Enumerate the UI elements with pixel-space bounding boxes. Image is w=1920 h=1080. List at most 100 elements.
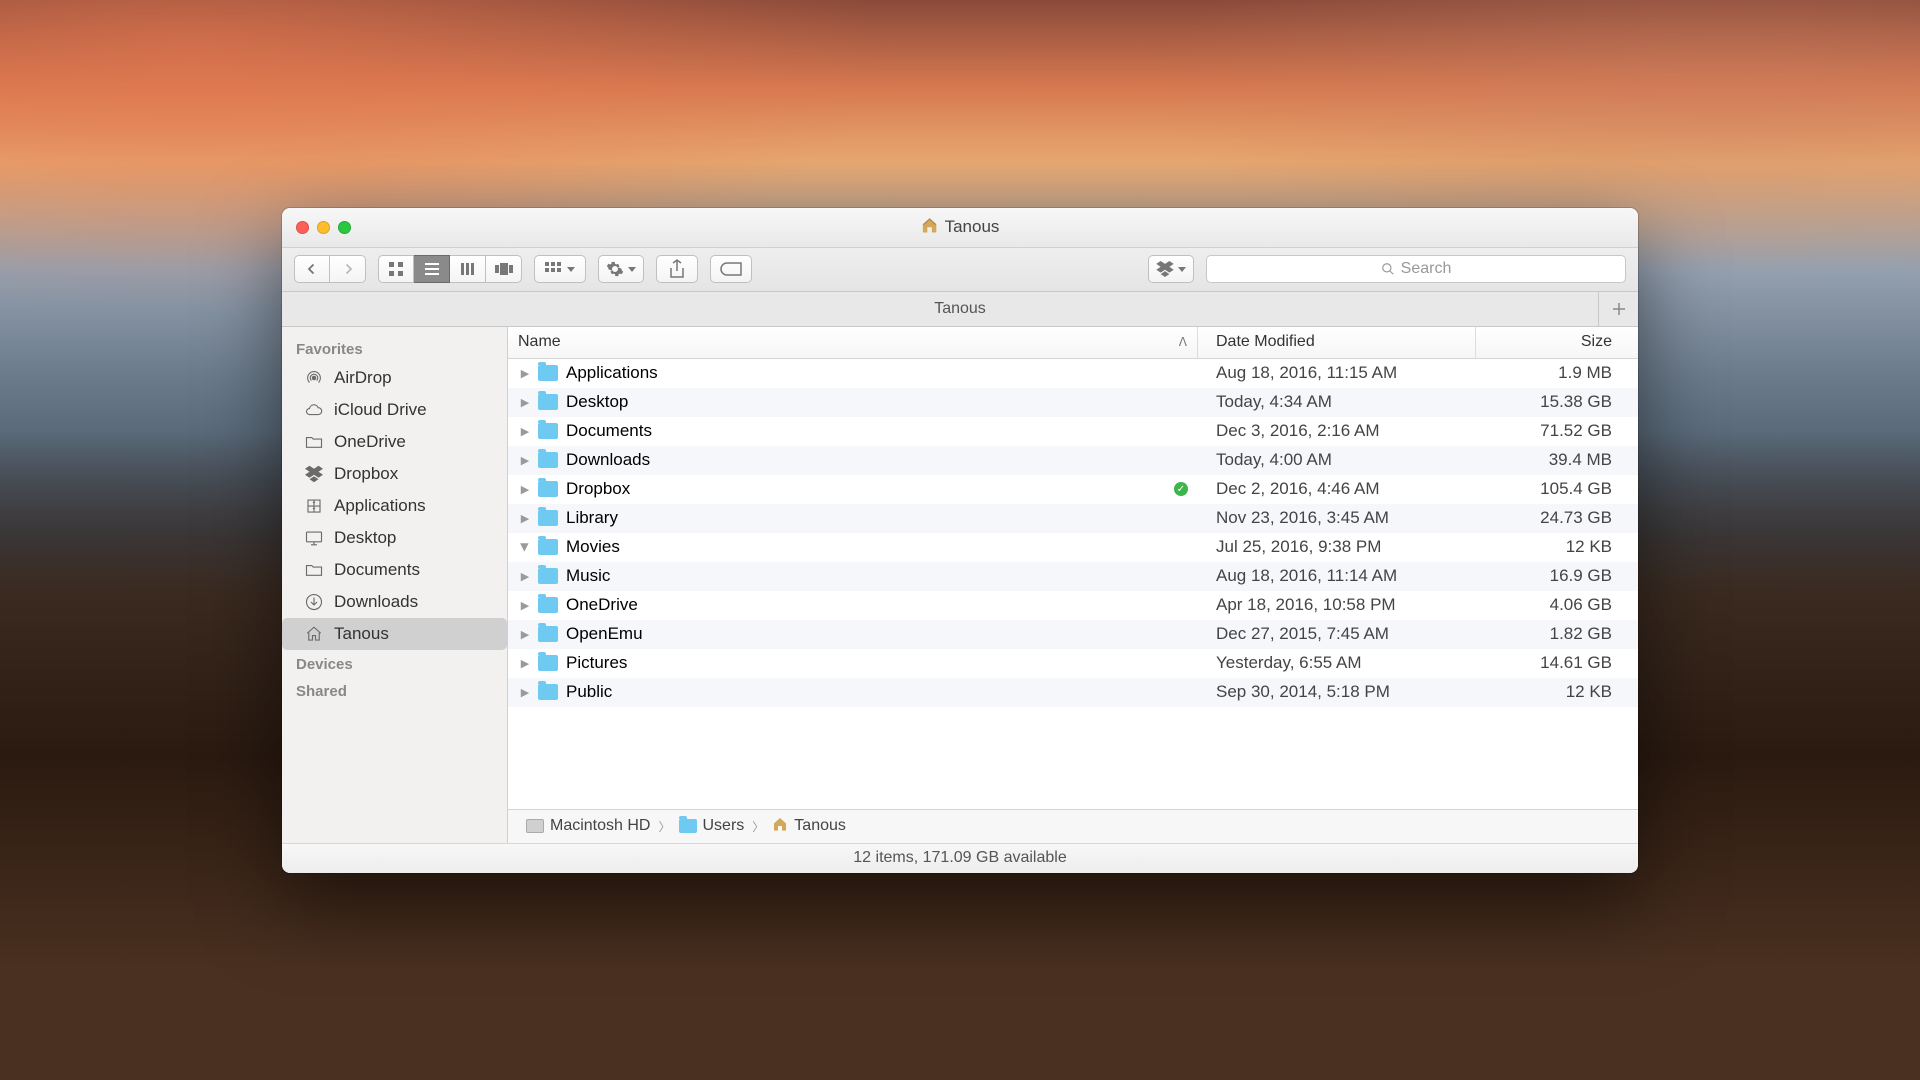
disclosure-triangle-icon[interactable]: ▶: [520, 367, 530, 380]
folder-icon: [679, 819, 697, 833]
file-row[interactable]: ▶Dropbox✓Dec 2, 2016, 4:46 AM105.4 GB: [508, 475, 1638, 504]
folder-icon: [304, 560, 324, 580]
new-tab-button[interactable]: [1598, 292, 1638, 326]
sidebar-item-onedrive[interactable]: OneDrive: [282, 426, 507, 458]
column-name[interactable]: Nameᐱ: [508, 327, 1198, 358]
forward-button[interactable]: [330, 255, 366, 283]
column-date[interactable]: Date Modified: [1198, 327, 1476, 358]
disclosure-triangle-icon[interactable]: ▶: [520, 483, 530, 496]
file-row[interactable]: ▶ApplicationsAug 18, 2016, 11:15 AM1.9 M…: [508, 359, 1638, 388]
sidebar-item-downloads[interactable]: Downloads: [282, 586, 507, 618]
sidebar-item-desktop[interactable]: Desktop: [282, 522, 507, 554]
search-field[interactable]: Search: [1206, 255, 1626, 283]
action-button[interactable]: [598, 255, 644, 283]
file-size: 71.52 GB: [1476, 421, 1638, 441]
home-icon: [304, 624, 324, 644]
disclosure-triangle-icon[interactable]: ▶: [519, 542, 532, 552]
file-name: Dropbox: [566, 479, 630, 499]
sidebar-item-documents[interactable]: Documents: [282, 554, 507, 586]
path-segment[interactable]: Macintosh HD: [526, 817, 650, 835]
file-size: 105.4 GB: [1476, 479, 1638, 499]
file-size: 12 KB: [1476, 537, 1638, 557]
file-name: Pictures: [566, 653, 627, 673]
finder-window: Tanous: [282, 208, 1638, 873]
home-icon: [772, 816, 788, 837]
file-name: Desktop: [566, 392, 628, 412]
sidebar-section-header[interactable]: Shared: [282, 677, 507, 704]
sidebar-item-label: OneDrive: [334, 432, 406, 452]
file-row[interactable]: ▶DesktopToday, 4:34 AM15.38 GB: [508, 388, 1638, 417]
airdrop-icon: [304, 368, 324, 388]
share-button[interactable]: [656, 255, 698, 283]
arrange-button[interactable]: [534, 255, 586, 283]
back-button[interactable]: [294, 255, 330, 283]
file-name: Documents: [566, 421, 652, 441]
file-row[interactable]: ▶ Pictures Yesterday, 6:55 AM14.61 GB: [508, 649, 1638, 678]
disclosure-triangle-icon[interactable]: ▶: [520, 512, 530, 525]
chevron-right-icon: 〉: [658, 818, 670, 835]
downloads-icon: [304, 592, 324, 612]
folder-icon: [304, 432, 324, 452]
sidebar-item-label: Desktop: [334, 528, 396, 548]
sidebar-item-applications[interactable]: Applications: [282, 490, 507, 522]
file-size: 12 KB: [1476, 682, 1638, 702]
file-row[interactable]: ▶OneDriveApr 18, 2016, 10:58 PM4.06 GB: [508, 591, 1638, 620]
icon-view-button[interactable]: [378, 255, 414, 283]
sidebar-item-label: Tanous: [334, 624, 389, 644]
hd-icon: [526, 819, 544, 833]
icloud-icon: [304, 400, 324, 420]
tags-button[interactable]: [710, 255, 752, 283]
disclosure-triangle-icon[interactable]: ▶: [520, 686, 530, 699]
sidebar-item-tanous[interactable]: Tanous: [282, 618, 507, 650]
sidebar-item-airdrop[interactable]: AirDrop: [282, 362, 507, 394]
coverflow-view-button[interactable]: [486, 255, 522, 283]
path-segment[interactable]: Tanous: [772, 816, 846, 837]
sidebar-item-label: Applications: [334, 496, 426, 516]
file-row[interactable]: ▶LibraryNov 23, 2016, 3:45 AM24.73 GB: [508, 504, 1638, 533]
disclosure-triangle-icon[interactable]: ▶: [520, 454, 530, 467]
file-name: Applications: [566, 363, 658, 383]
path-label: Macintosh HD: [550, 817, 650, 835]
file-row[interactable]: ▶PublicSep 30, 2014, 5:18 PM12 KB: [508, 678, 1638, 707]
folder-icon: [538, 481, 558, 497]
zoom-button[interactable]: [338, 221, 351, 234]
titlebar: Tanous: [282, 208, 1638, 248]
disclosure-triangle-icon[interactable]: ▶: [520, 657, 530, 670]
close-button[interactable]: [296, 221, 309, 234]
disclosure-triangle-icon[interactable]: ▶: [520, 396, 530, 409]
folder-icon: [538, 394, 558, 410]
sidebar-section-header[interactable]: Devices: [282, 650, 507, 677]
disclosure-triangle-icon[interactable]: ▶: [520, 425, 530, 438]
file-row[interactable]: ▶DownloadsToday, 4:00 AM39.4 MB: [508, 446, 1638, 475]
file-date: Today, 4:00 AM: [1198, 450, 1476, 470]
file-date: Yesterday, 6:55 AM: [1198, 653, 1476, 673]
file-row[interactable]: ▶DocumentsDec 3, 2016, 2:16 AM71.52 GB: [508, 417, 1638, 446]
disclosure-triangle-icon[interactable]: ▶: [520, 628, 530, 641]
sidebar-section-header[interactable]: Favorites: [282, 335, 507, 362]
sidebar-item-icloud-drive[interactable]: iCloud Drive: [282, 394, 507, 426]
sidebar-item-label: Documents: [334, 560, 420, 580]
file-row[interactable]: ▶MusicAug 18, 2016, 11:14 AM16.9 GB: [508, 562, 1638, 591]
column-headers: Nameᐱ Date Modified Size: [508, 327, 1638, 359]
file-row[interactable]: ▶OpenEmuDec 27, 2015, 7:45 AM1.82 GB: [508, 620, 1638, 649]
status-bar: 12 items, 171.09 GB available: [282, 843, 1638, 873]
file-size: 14.61 GB: [1476, 653, 1638, 673]
folder-icon: [538, 452, 558, 468]
path-label: Tanous: [794, 817, 846, 835]
file-date: Today, 4:34 AM: [1198, 392, 1476, 412]
sidebar-item-label: iCloud Drive: [334, 400, 427, 420]
minimize-button[interactable]: [317, 221, 330, 234]
disclosure-triangle-icon[interactable]: ▶: [520, 599, 530, 612]
disclosure-triangle-icon[interactable]: ▶: [520, 570, 530, 583]
list-view-button[interactable]: [414, 255, 450, 283]
sidebar-item-dropbox[interactable]: Dropbox: [282, 458, 507, 490]
folder-icon: [538, 655, 558, 671]
dropbox-toolbar-button[interactable]: [1148, 255, 1194, 283]
folder-icon: [538, 684, 558, 700]
file-rows: ▶ApplicationsAug 18, 2016, 11:15 AM1.9 M…: [508, 359, 1638, 809]
active-tab[interactable]: Tanous: [934, 300, 986, 318]
column-view-button[interactable]: [450, 255, 486, 283]
column-size[interactable]: Size: [1476, 327, 1638, 358]
path-segment[interactable]: Users: [679, 817, 745, 835]
file-row[interactable]: ▶MoviesJul 25, 2016, 9:38 PM12 KB: [508, 533, 1638, 562]
